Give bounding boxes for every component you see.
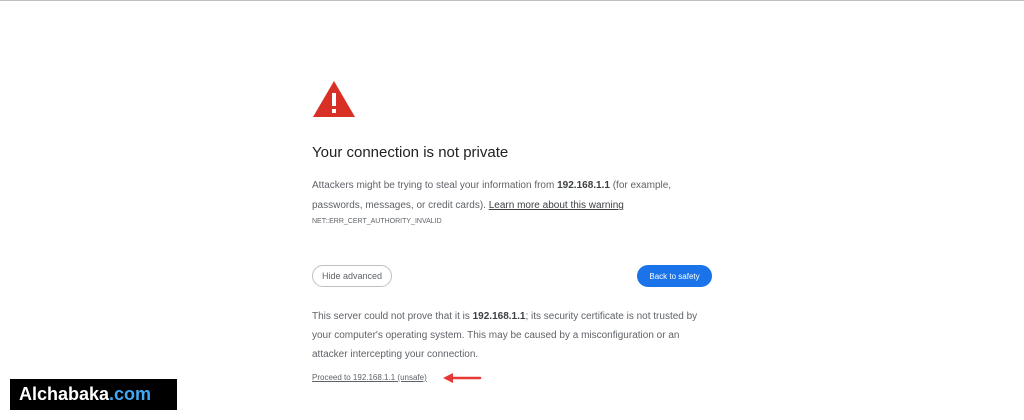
details-host: 192.168.1.1 (472, 311, 526, 322)
arrow-left-icon (442, 372, 482, 384)
details-message: This server could not prove that it is 1… (312, 307, 712, 364)
warning-triangle-icon (312, 80, 356, 118)
page-title: Your connection is not private (312, 144, 509, 161)
message-text: Attackers might be trying to steal your … (312, 180, 558, 191)
watermark-name: Alchabaka (19, 384, 110, 404)
watermark-tld: .com (109, 384, 152, 404)
learn-more-link[interactable]: Learn more about this warning (489, 200, 624, 211)
top-divider (0, 0, 1024, 1)
watermark-logo: Alchabaka.com (10, 379, 177, 410)
main-message: Attackers might be trying to steal your … (312, 176, 712, 216)
hide-advanced-button[interactable]: Hide advanced (312, 265, 392, 287)
details-text: This server could not prove that it is (312, 311, 473, 322)
proceed-unsafe-link[interactable]: Proceed to 192.168.1.1 (unsafe) (312, 373, 427, 382)
message-host: 192.168.1.1 (557, 180, 610, 191)
error-code: NET::ERR_CERT_AUTHORITY_INVALID (312, 218, 442, 225)
back-to-safety-button[interactable]: Back to safety (637, 265, 712, 287)
